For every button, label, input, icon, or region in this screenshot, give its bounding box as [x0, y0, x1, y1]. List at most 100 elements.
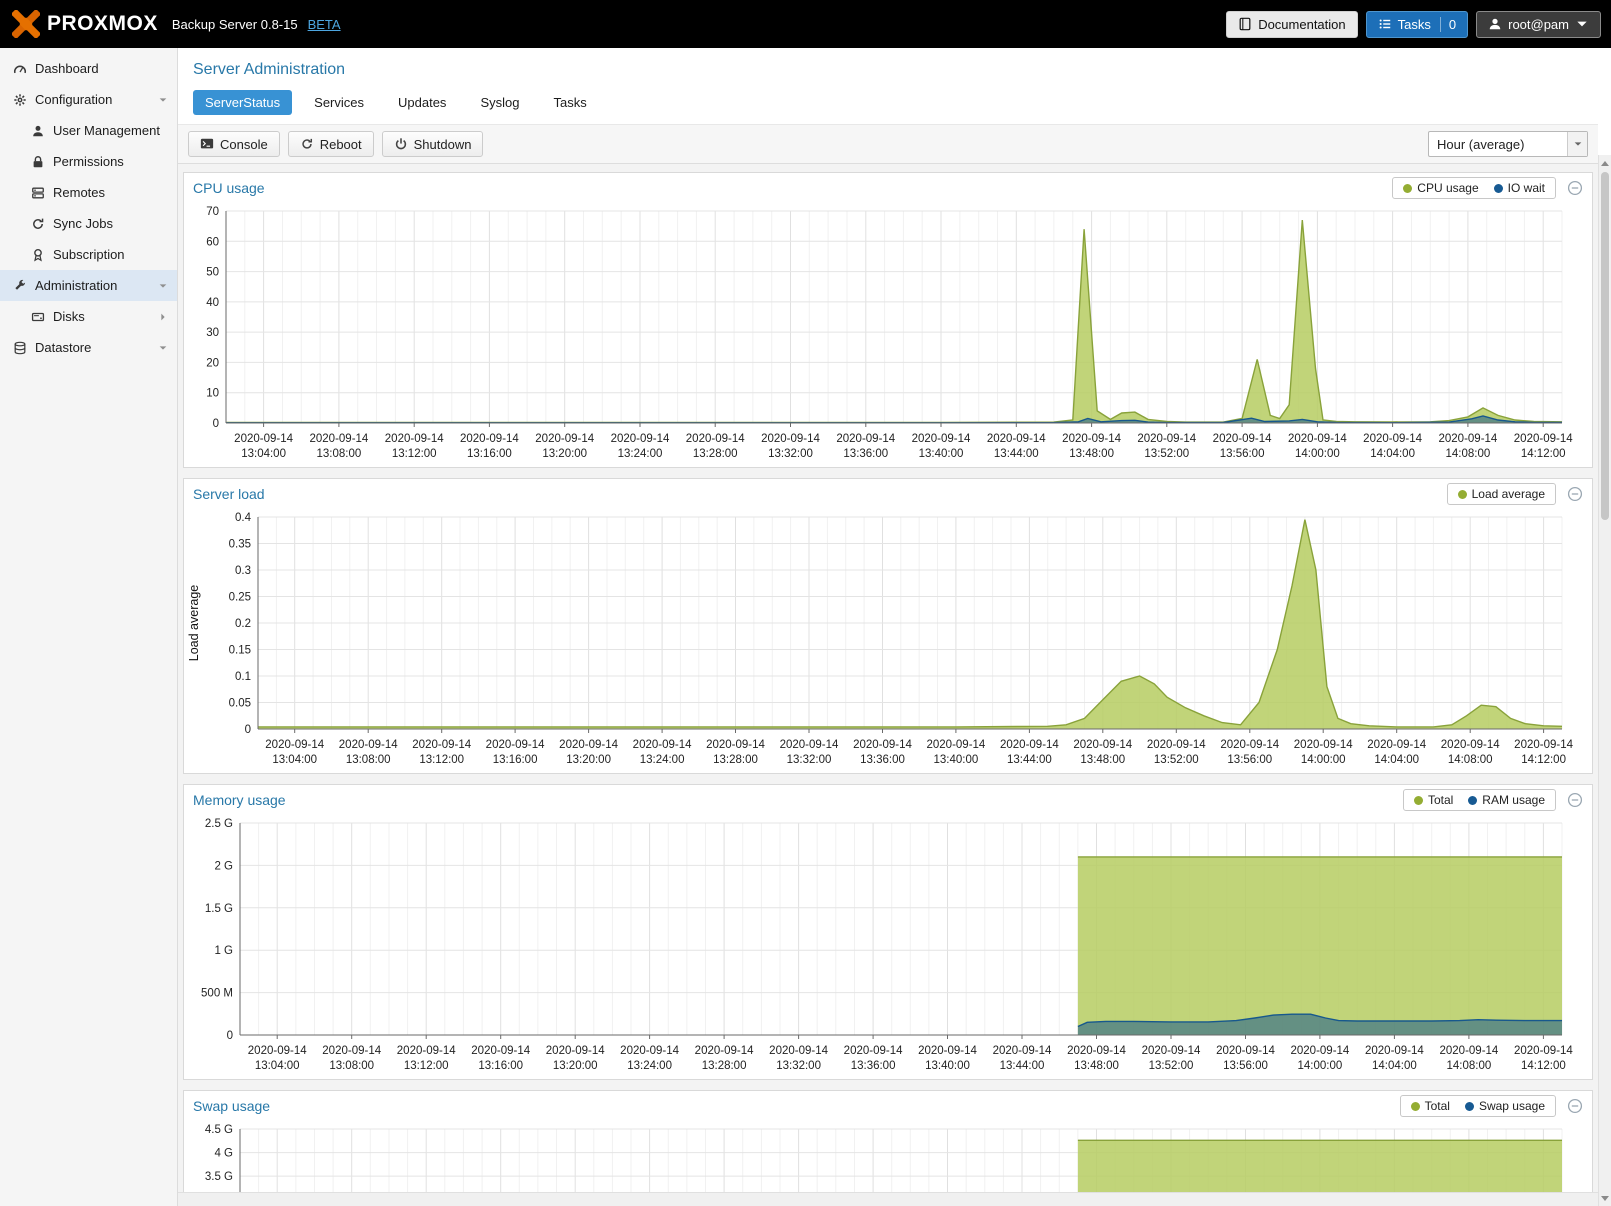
y-tick-label: 1.5 G: [205, 903, 233, 915]
x-tick-time: 13:16:00: [493, 754, 538, 766]
y-tick-label: 0.35: [229, 539, 251, 551]
x-tick-date: 2020-09-14: [385, 433, 444, 445]
x-tick-time: 13:08:00: [346, 754, 391, 766]
x-tick-date: 2020-09-14: [633, 739, 692, 751]
sidebar-item-configuration[interactable]: Configuration: [0, 84, 177, 115]
panel-title: Memory usage: [193, 792, 286, 808]
y-tick-label: 2 G: [214, 860, 233, 872]
legend-label: Total: [1425, 1099, 1450, 1113]
x-tick-time: 13:20:00: [542, 448, 587, 460]
x-tick-time: 13:16:00: [467, 448, 512, 460]
panel-header: Server loadLoad average: [184, 479, 1592, 509]
x-tick-date: 2020-09-14: [912, 433, 971, 445]
sidebar: DashboardConfigurationUser Management Per…: [0, 48, 178, 1206]
sidebar-item-administration[interactable]: Administration: [0, 270, 177, 301]
sidebar-item-dashboard[interactable]: Dashboard: [0, 53, 177, 84]
x-tick-date: 2020-09-14: [993, 1045, 1052, 1057]
logo-text: PROXMOX: [47, 12, 158, 36]
x-tick-date: 2020-09-14: [987, 433, 1046, 445]
charts-area: CPU usageCPU usageIO wait010203040506070…: [178, 164, 1598, 1192]
console-button[interactable]: Console: [188, 131, 280, 157]
documentation-button[interactable]: Documentation: [1226, 11, 1357, 38]
scroll-up-arrow[interactable]: [1599, 156, 1611, 170]
wrench-icon: [13, 279, 27, 293]
collapse-panel-icon[interactable]: [1567, 180, 1583, 196]
chevron-down-icon[interactable]: [158, 343, 168, 353]
chart-legend: TotalRAM usage: [1403, 789, 1556, 811]
scrollbar-thumb[interactable]: [1601, 172, 1609, 520]
panel-memory-usage: Memory usageTotalRAM usage0500 M1 G1.5 G…: [183, 784, 1593, 1080]
x-tick-date: 2020-09-14: [1438, 433, 1497, 445]
timeframe-select[interactable]: Hour (average): [1428, 131, 1588, 157]
x-tick-date: 2020-09-14: [1142, 1045, 1201, 1057]
tab-syslog[interactable]: Syslog: [468, 90, 531, 115]
legend-dot: [1414, 796, 1423, 805]
sidebar-item-label: Disks: [53, 309, 85, 324]
user-icon: [1488, 17, 1502, 31]
x-tick-time: 13:24:00: [640, 754, 685, 766]
x-tick-time: 13:40:00: [919, 448, 964, 460]
sidebar-item-sync-jobs[interactable]: Sync Jobs: [0, 208, 177, 239]
horizontal-scrollbar-track[interactable]: [178, 1192, 1598, 1206]
sidebar-item-permissions[interactable]: Permissions: [0, 146, 177, 177]
x-tick-date: 2020-09-14: [309, 433, 368, 445]
panel-tools: Load average: [1447, 483, 1583, 505]
chart-legend: TotalSwap usage: [1400, 1095, 1556, 1117]
x-tick-time: 14:08:00: [1447, 1060, 1492, 1072]
scroll-down-arrow[interactable]: [1599, 1191, 1611, 1205]
chevron-down-icon: [1575, 17, 1589, 31]
tasks-button[interactable]: Tasks 0: [1366, 11, 1468, 38]
collapse-panel-icon[interactable]: [1567, 792, 1583, 808]
tab-serverstatus[interactable]: ServerStatus: [193, 90, 292, 115]
y-tick-label: 500 M: [201, 988, 233, 1000]
book-icon: [1238, 17, 1252, 31]
x-tick-date: 2020-09-14: [695, 1045, 754, 1057]
legend-item: CPU usage: [1403, 181, 1478, 195]
x-tick-date: 2020-09-14: [844, 1045, 903, 1057]
sidebar-item-label: Permissions: [53, 154, 124, 169]
reboot-button[interactable]: Reboot: [288, 131, 374, 157]
x-tick-time: 13:44:00: [1000, 1060, 1045, 1072]
x-tick-time: 14:12:00: [1521, 1060, 1566, 1072]
panel-title: Swap usage: [193, 1098, 270, 1114]
chevron-right-icon[interactable]: [158, 312, 168, 322]
x-tick-time: 13:04:00: [255, 1060, 300, 1072]
x-tick-date: 2020-09-14: [1363, 433, 1422, 445]
sidebar-item-datastore[interactable]: Datastore: [0, 332, 177, 363]
x-tick-time: 13:28:00: [702, 1060, 747, 1072]
y-tick-label: 0.25: [229, 592, 251, 604]
panel-swap-usage: Swap usageTotalSwap usage0500 M1 G1.5 G2…: [183, 1090, 1593, 1192]
x-tick-date: 2020-09-14: [1367, 739, 1426, 751]
x-tick-time: 13:08:00: [329, 1060, 374, 1072]
chevron-down-icon[interactable]: [158, 95, 168, 105]
user-menu-button[interactable]: root@pam: [1476, 11, 1601, 38]
x-tick-date: 2020-09-14: [1062, 433, 1121, 445]
tab-updates[interactable]: Updates: [386, 90, 458, 115]
y-tick-label: 0.2: [235, 618, 251, 630]
sidebar-item-user-management[interactable]: User Management: [0, 115, 177, 146]
database-icon: [13, 341, 27, 355]
x-tick-time: 14:08:00: [1446, 448, 1491, 460]
tab-tasks[interactable]: Tasks: [541, 90, 598, 115]
x-tick-date: 2020-09-14: [761, 433, 820, 445]
sidebar-item-disks[interactable]: Disks: [0, 301, 177, 332]
beta-link[interactable]: BETA: [308, 17, 341, 32]
chevron-down-icon[interactable]: [158, 281, 168, 291]
x-tick-time: 13:32:00: [787, 754, 832, 766]
y-tick-label: 4.5 G: [205, 1124, 233, 1136]
y-tick-label: 10: [206, 388, 219, 400]
x-tick-date: 2020-09-14: [546, 1045, 605, 1057]
x-tick-time: 13:56:00: [1227, 754, 1272, 766]
sidebar-item-subscription[interactable]: Subscription: [0, 239, 177, 270]
shutdown-button[interactable]: Shutdown: [382, 131, 484, 157]
collapse-panel-icon[interactable]: [1567, 1098, 1583, 1114]
sidebar-item-remotes[interactable]: Remotes: [0, 177, 177, 208]
chart-legend: Load average: [1447, 483, 1556, 505]
tasks-label: Tasks: [1398, 17, 1431, 32]
vertical-scrollbar[interactable]: [1598, 155, 1611, 1206]
disk-icon: [31, 310, 45, 324]
collapse-panel-icon[interactable]: [1567, 486, 1583, 502]
tab-services[interactable]: Services: [302, 90, 376, 115]
documentation-label: Documentation: [1258, 17, 1345, 32]
x-tick-time: 13:52:00: [1149, 1060, 1194, 1072]
